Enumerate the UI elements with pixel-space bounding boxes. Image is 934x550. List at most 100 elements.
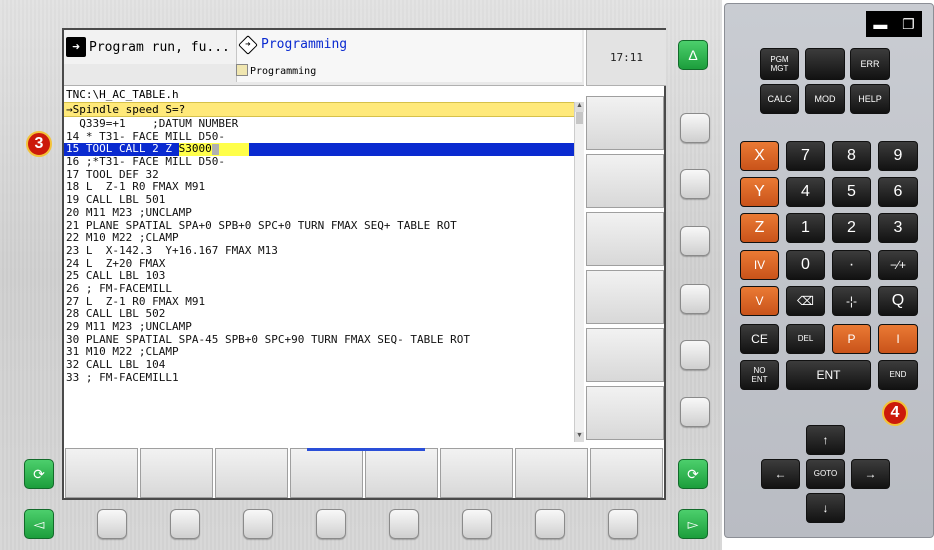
tab-program-run[interactable]: ➜ Program run, fu...: [66, 37, 230, 57]
blank-key[interactable]: [805, 48, 845, 80]
goto-key[interactable]: GOTO: [806, 459, 845, 489]
horizontal-physical-button-3[interactable]: [243, 509, 273, 539]
screen-layout-button[interactable]: Δ: [678, 40, 708, 70]
ce-key[interactable]: CE: [740, 324, 779, 354]
tab-programming-sub: Programming: [250, 66, 317, 77]
vertical-physical-button-6[interactable]: [680, 397, 710, 427]
vertical-physical-button-4[interactable]: [680, 284, 710, 314]
arrow-down-key[interactable]: ↓: [806, 493, 845, 523]
arrow-up-key[interactable]: ↑: [806, 425, 845, 455]
vertical-physical-button-1[interactable]: [680, 113, 710, 143]
softkey-next-button[interactable]: ▻: [678, 509, 708, 539]
key-0[interactable]: 0: [786, 250, 825, 280]
ent-key[interactable]: ENT: [786, 360, 871, 390]
key-5[interactable]: 5: [832, 177, 871, 207]
key-4[interactable]: 4: [786, 177, 825, 207]
vertical-softkey-4[interactable]: [586, 270, 664, 324]
horizontal-softkey-5[interactable]: [365, 448, 438, 498]
horizontal-physical-button-1[interactable]: [97, 509, 127, 539]
code-line[interactable]: 19 CALL LBL 501: [64, 193, 574, 207]
horizontal-softkey-2[interactable]: [140, 448, 213, 498]
scrollbar[interactable]: ▲ ▼: [574, 102, 584, 442]
horizontal-physical-button-2[interactable]: [170, 509, 200, 539]
horizontal-softkey-8[interactable]: [590, 448, 663, 498]
scroll-up-icon[interactable]: ▲: [575, 102, 584, 112]
horizontal-softkey-4[interactable]: [290, 448, 363, 498]
key-1[interactable]: 1: [786, 213, 825, 243]
program-run-icon: ➜: [66, 37, 86, 57]
v-axis-key[interactable]: V: [740, 286, 779, 316]
code-line-text: 15 TOOL CALL 2 Z: [66, 142, 179, 156]
tab-programming[interactable]: ➜ Programming: [238, 34, 347, 55]
z-axis-key[interactable]: Z: [740, 213, 779, 243]
minimize-icon[interactable]: ▬: [873, 16, 887, 32]
vertical-physical-button-5[interactable]: [680, 340, 710, 370]
pgm-mgt-key[interactable]: PGM MGT: [760, 48, 799, 80]
y-axis-key[interactable]: Y: [740, 177, 779, 207]
code-line[interactable]: 33 ; FM-FACEMILL1: [64, 371, 574, 385]
refresh-left-button[interactable]: ⟳: [24, 459, 54, 489]
code-line[interactable]: 29 M11 M23 ;UNCLAMP: [64, 320, 574, 334]
code-line[interactable]: 23 L X-142.3 Y+16.167 FMAX M13: [64, 244, 574, 258]
i-key[interactable]: I: [878, 324, 918, 354]
backspace-icon[interactable]: ⌫: [786, 286, 825, 316]
horizontal-physical-button-7[interactable]: [535, 509, 565, 539]
program-listing[interactable]: Q339=+1 ;DATUM NUMBER 14 * T31- FACE MIL…: [64, 117, 574, 436]
horizontal-softkey-6[interactable]: [440, 448, 513, 498]
scroll-thumb[interactable]: [576, 112, 583, 124]
horizontal-softkey-3[interactable]: [215, 448, 288, 498]
code-line[interactable]: 16 ;*T31- FACE MILL D50-: [64, 155, 574, 169]
mod-key[interactable]: MOD: [805, 84, 845, 114]
code-line[interactable]: Q339=+1 ;DATUM NUMBER: [64, 117, 574, 131]
file-path: TNC:\H_AC_TABLE.h: [66, 88, 179, 101]
horizontal-physical-button-4[interactable]: [316, 509, 346, 539]
key-7[interactable]: 7: [786, 141, 825, 171]
refresh-right-button[interactable]: ⟳: [678, 459, 708, 489]
iv-axis-key[interactable]: IV: [740, 250, 779, 280]
q-key[interactable]: Q: [878, 286, 918, 316]
sign-key[interactable]: −∕+: [878, 250, 918, 280]
x-axis-key[interactable]: X: [740, 141, 779, 171]
horizontal-softkey-7[interactable]: [515, 448, 588, 498]
vertical-physical-button-2[interactable]: [680, 169, 710, 199]
del-key[interactable]: DEL: [786, 324, 825, 354]
clock: 17:11: [586, 30, 666, 86]
key-2[interactable]: 2: [832, 213, 871, 243]
decimal-point-key[interactable]: ·: [832, 250, 871, 280]
key-6[interactable]: 6: [878, 177, 918, 207]
calc-key[interactable]: CALC: [760, 84, 799, 114]
scroll-down-icon[interactable]: ▼: [575, 432, 584, 442]
horizontal-physical-button-5[interactable]: [389, 509, 419, 539]
text-cursor: [211, 143, 219, 155]
end-key[interactable]: END: [878, 360, 918, 390]
callout-badge-4: 4: [882, 400, 908, 426]
code-line[interactable]: 20 M11 M23 ;UNCLAMP: [64, 206, 574, 220]
arrow-right-key[interactable]: →: [851, 459, 890, 489]
err-key[interactable]: ERR: [850, 48, 890, 80]
key-8[interactable]: 8: [832, 141, 871, 171]
code-line[interactable]: 26 ; FM-FACEMILL: [64, 282, 574, 296]
no-ent-key[interactable]: NO ENT: [740, 360, 779, 390]
p-key[interactable]: P: [832, 324, 871, 354]
restore-icon[interactable]: ❐: [902, 16, 915, 33]
horizontal-physical-button-8[interactable]: [608, 509, 638, 539]
keypad-panel: ▬ ❐ PGM MGT ERR CALC MOD HELP X 7 8 9 Y …: [724, 3, 934, 538]
code-line[interactable]: 32 CALL LBL 104: [64, 358, 574, 372]
vertical-softkey-5[interactable]: [586, 328, 664, 382]
help-key[interactable]: HELP: [850, 84, 890, 114]
vertical-softkey-1[interactable]: [586, 96, 664, 150]
mode-header: ➜ Program run, fu... ➜ Programming Progr…: [64, 30, 584, 86]
vertical-softkey-3[interactable]: [586, 212, 664, 266]
key-3[interactable]: 3: [878, 213, 918, 243]
horizontal-softkey-row: [64, 448, 664, 498]
key-9[interactable]: 9: [878, 141, 918, 171]
vertical-physical-button-3[interactable]: [680, 226, 710, 256]
actual-position-icon[interactable]: -¦-: [832, 286, 871, 316]
horizontal-physical-button-6[interactable]: [462, 509, 492, 539]
vertical-softkey-2[interactable]: [586, 154, 664, 208]
vertical-softkey-6[interactable]: [586, 386, 664, 440]
horizontal-softkey-1[interactable]: [65, 448, 138, 498]
code-line[interactable]: 22 M10 M22 ;CLAMP: [64, 231, 574, 245]
arrow-left-key[interactable]: ←: [761, 459, 800, 489]
softkey-prev-button[interactable]: ◅: [24, 509, 54, 539]
